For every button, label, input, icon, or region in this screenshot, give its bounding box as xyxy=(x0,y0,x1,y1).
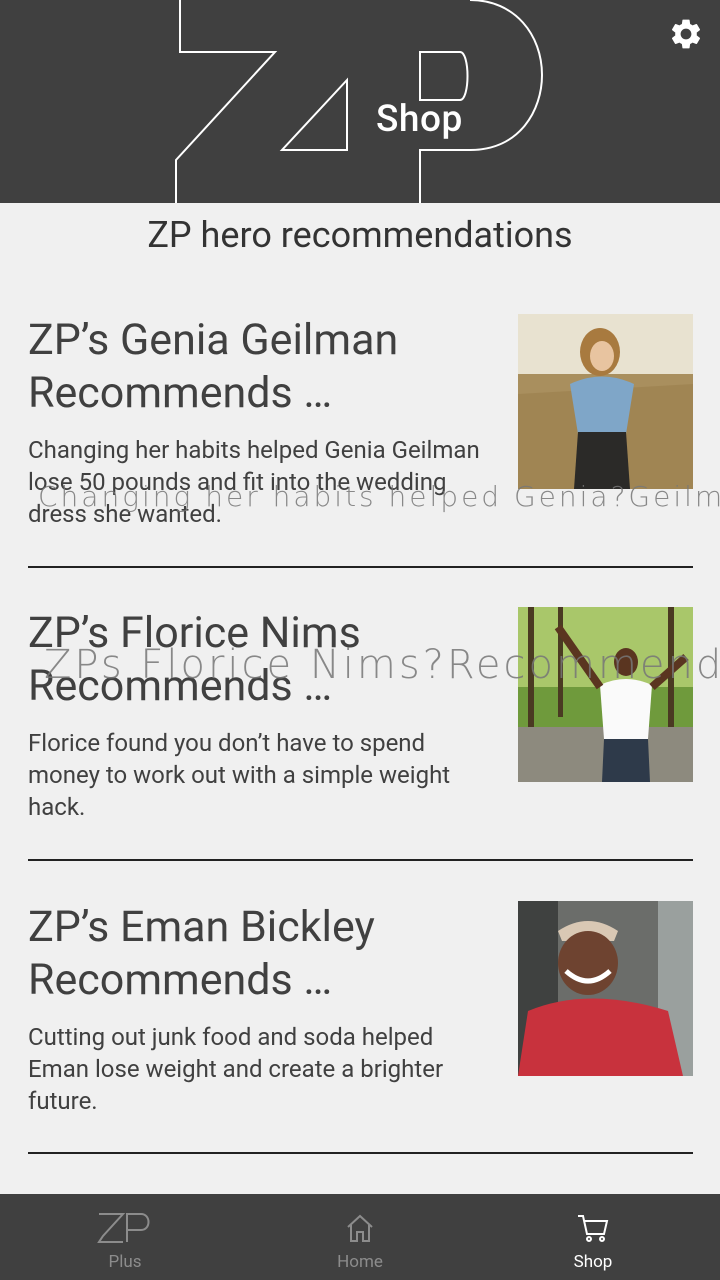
nav-item-home[interactable]: Home xyxy=(240,1194,480,1280)
gear-icon[interactable] xyxy=(668,16,704,52)
home-icon xyxy=(347,1214,373,1242)
nav-item-shop[interactable]: Shop xyxy=(473,1194,713,1280)
card-description: Florice found you don’t have to spend mo… xyxy=(28,729,451,821)
card-headline[interactable]: ZP’s Eman Bickley Recommends … xyxy=(28,901,498,1007)
card-photo[interactable] xyxy=(518,607,693,782)
cart-icon xyxy=(578,1215,609,1242)
recommendation-card[interactable]: ZP’s Eman Bickley Recommends … Cutting o… xyxy=(28,901,693,1181)
nav-label: Home xyxy=(337,1252,383,1272)
header-title: Shop xyxy=(376,98,463,141)
bottom-nav: Plus Home Shop xyxy=(0,1194,720,1280)
divider xyxy=(28,1152,693,1154)
nav-label: Shop xyxy=(573,1252,613,1272)
zp-logo-outline xyxy=(175,0,544,203)
divider xyxy=(28,566,693,568)
nav-item-plus[interactable]: Plus xyxy=(5,1194,245,1280)
nav-label: Plus xyxy=(108,1252,142,1272)
section-title: ZP hero recommendations xyxy=(147,214,573,256)
card-description: Cutting out junk food and soda helped Em… xyxy=(28,1023,444,1115)
app-header: Shop xyxy=(0,0,720,203)
zp-logo-icon xyxy=(97,1213,150,1243)
recommendation-card[interactable]: ZP’s Genia Geilman Recommends … Changing… xyxy=(28,314,693,594)
overlay-text: Changing her habits helped Genia?Geilma xyxy=(38,480,720,513)
overlay-text: ZPs Florice Nims?Recommends xyxy=(44,642,720,688)
card-photo[interactable] xyxy=(518,901,693,1076)
divider xyxy=(28,859,693,861)
card-photo[interactable] xyxy=(518,314,693,489)
card-headline[interactable]: ZP’s Genia Geilman Recommends … xyxy=(28,314,498,420)
